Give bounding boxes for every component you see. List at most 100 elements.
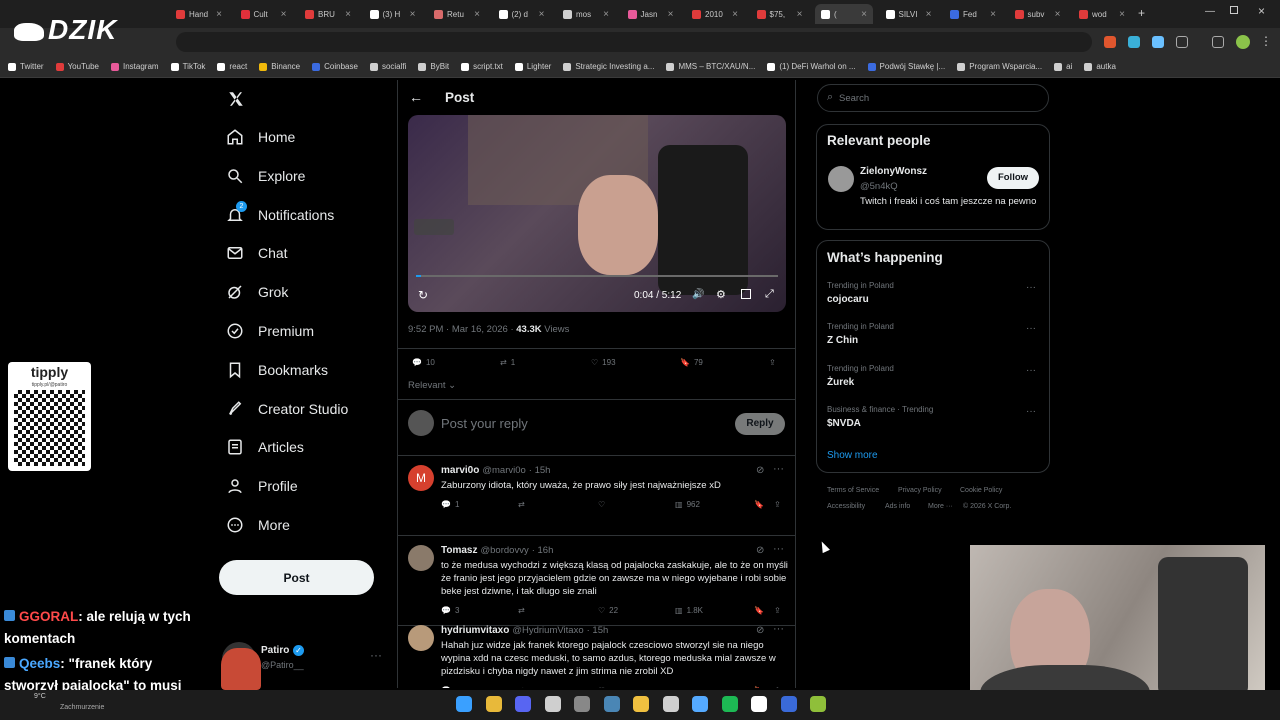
bookmark-item[interactable]: Instagram [111, 62, 159, 71]
browser-tab[interactable]: SILVI × [880, 4, 938, 24]
footer-link[interactable]: More ··· [928, 503, 953, 510]
trend-topic[interactable]: cojocaru [827, 294, 869, 305]
bookmark-item[interactable]: Lighter [514, 62, 551, 71]
trend-topic[interactable]: Żurek [827, 377, 854, 388]
nav-item-bookmarks[interactable]: Bookmarks [226, 361, 328, 379]
grok-explain-icon[interactable]: ⊘ [756, 625, 764, 636]
reply-item[interactable]: Mmarvi0o @marvi0o · 15h ⊘ ··· Zaburzony idiot… [398, 456, 795, 536]
like-action[interactable]: ♡ 22 [598, 606, 618, 615]
fullscreen-icon[interactable]: ⤢ [765, 288, 774, 301]
reply-author-name[interactable]: Tomasz [441, 545, 478, 556]
nav-item-creator-studio[interactable]: Creator Studio [226, 400, 348, 418]
like-stat[interactable]: ♡ 193 [591, 358, 616, 367]
extensions-icon[interactable] [1176, 36, 1188, 48]
sidepanel-icon[interactable] [1212, 36, 1224, 48]
extension-icon[interactable] [1128, 36, 1140, 48]
nav-item-more[interactable]: More [226, 516, 290, 534]
tab-close-icon[interactable]: × [668, 9, 674, 20]
browser-tab[interactable]: $75, × [751, 4, 809, 24]
steam-icon[interactable] [603, 696, 620, 712]
nav-item-profile[interactable]: Profile [226, 477, 298, 495]
profile-avatar[interactable] [1236, 35, 1250, 49]
windows-start-icon[interactable] [456, 696, 472, 712]
nav-item-articles[interactable]: Articles [226, 438, 304, 456]
bookmark-icon[interactable]: 🔖 [754, 500, 764, 509]
tab-close-icon[interactable]: × [926, 9, 932, 20]
share-icon[interactable]: ⇪ [769, 358, 776, 367]
extension-icon[interactable] [1104, 36, 1116, 48]
repost-action[interactable]: ⇄ [518, 606, 529, 615]
tab-close-icon[interactable]: × [1055, 9, 1061, 20]
bookmark-item[interactable]: Program Wsparcia... [957, 62, 1042, 71]
tab-close-icon[interactable]: × [281, 9, 287, 20]
url-field[interactable] [176, 32, 1092, 52]
tab-close-icon[interactable]: × [797, 9, 803, 20]
reply-action[interactable]: 💬 1 [441, 500, 459, 509]
tab-close-icon[interactable]: × [990, 9, 996, 20]
trend-more-icon[interactable]: ··· [1026, 365, 1036, 376]
search-input[interactable]: ⌕ Search [817, 84, 1049, 112]
browser-tab[interactable]: Retu × [428, 4, 486, 24]
reply-author-name[interactable]: marvi0o [441, 465, 479, 476]
bookmark-item[interactable]: autka [1084, 62, 1116, 71]
views-action[interactable]: ▥ 962 [675, 500, 700, 509]
repost-action[interactable]: ⇄ [518, 686, 529, 688]
ccleaner-icon[interactable] [662, 696, 679, 712]
reply-input[interactable]: Post your reply [441, 416, 528, 431]
obs-icon[interactable] [574, 696, 590, 712]
tab-close-icon[interactable]: × [410, 9, 416, 20]
browser-tab[interactable]: Cult × [235, 4, 293, 24]
footer-link[interactable]: Accessibility [827, 503, 865, 510]
views-action[interactable]: ▥ [675, 686, 687, 688]
tab-close-icon[interactable]: × [1119, 9, 1125, 20]
bookmark-item[interactable]: socialfi [369, 62, 406, 71]
tab-close-icon[interactable]: × [474, 9, 480, 20]
avatar[interactable]: M [408, 465, 434, 491]
share-icon[interactable]: ⇪ [774, 500, 781, 509]
repost-action[interactable]: ⇄ [518, 500, 529, 509]
discord-icon[interactable] [515, 696, 531, 712]
person-name[interactable]: ZielonyWonsz [860, 166, 927, 177]
settings-gear-icon[interactable]: ⚙ [716, 288, 726, 301]
tab-close-icon[interactable]: × [732, 9, 738, 20]
footer-link[interactable]: Ads info [885, 503, 910, 510]
trend-topic[interactable]: Z Chin [827, 335, 858, 346]
close-window-icon[interactable]: × [1258, 4, 1265, 18]
share-icon[interactable]: ⇪ [774, 686, 781, 688]
reply-item[interactable]: hydriumvitaxo @HydriumVitaxo · 15h ⊘ ··· Haha… [398, 616, 795, 688]
nav-item-home[interactable]: Home [226, 128, 295, 146]
chrome-icon[interactable] [485, 696, 502, 712]
app2-icon[interactable] [751, 696, 767, 712]
bookmark-item[interactable]: script.txt [461, 62, 503, 71]
bookmark-item[interactable]: ai [1054, 62, 1072, 71]
browser-tab[interactable]: (2) d × [493, 4, 551, 24]
bookmark-item[interactable]: Strategic Investing a... [563, 62, 654, 71]
bookmark-item[interactable]: MMS – BTC/XAU/N... [666, 62, 755, 71]
avatar[interactable] [408, 625, 434, 651]
bookmark-item[interactable]: react [217, 62, 247, 71]
follow-button[interactable]: Follow [987, 167, 1039, 189]
bookmark-item[interactable]: TikTok [170, 62, 205, 71]
video-player[interactable]: ↻ 0:04 / 5:12 🔊 ⚙ ⤢ [408, 115, 786, 312]
pip-icon[interactable] [741, 289, 751, 299]
app3-icon[interactable] [810, 696, 826, 712]
minimize-icon[interactable]: — [1205, 6, 1215, 17]
replay-icon[interactable]: ↻ [418, 288, 428, 302]
trend-more-icon[interactable]: ··· [1026, 282, 1036, 293]
network-icon[interactable] [692, 696, 708, 712]
reply-more-icon[interactable]: ··· [773, 543, 784, 555]
grok-explain-icon[interactable]: ⊘ [756, 545, 764, 556]
reply-more-icon[interactable]: ··· [773, 623, 784, 635]
avatar[interactable] [828, 166, 854, 192]
like-action[interactable]: ♡ [598, 686, 609, 688]
bookmark-item[interactable]: (1) DeFi Warhol on ... [767, 62, 856, 71]
volume-icon[interactable]: 🔊 [692, 289, 704, 300]
avatar[interactable] [408, 545, 434, 571]
bookmark-item[interactable]: Coinbase [312, 62, 358, 71]
folder-icon[interactable] [633, 696, 649, 712]
bookmark-icon[interactable]: 🔖 [754, 686, 764, 688]
nav-item-chat[interactable]: Chat [226, 244, 288, 262]
footer-link[interactable]: Terms of Service [827, 487, 879, 494]
browser-tab[interactable]: mos × [557, 4, 615, 24]
views-action[interactable]: ▥ 1.8K [675, 606, 703, 615]
